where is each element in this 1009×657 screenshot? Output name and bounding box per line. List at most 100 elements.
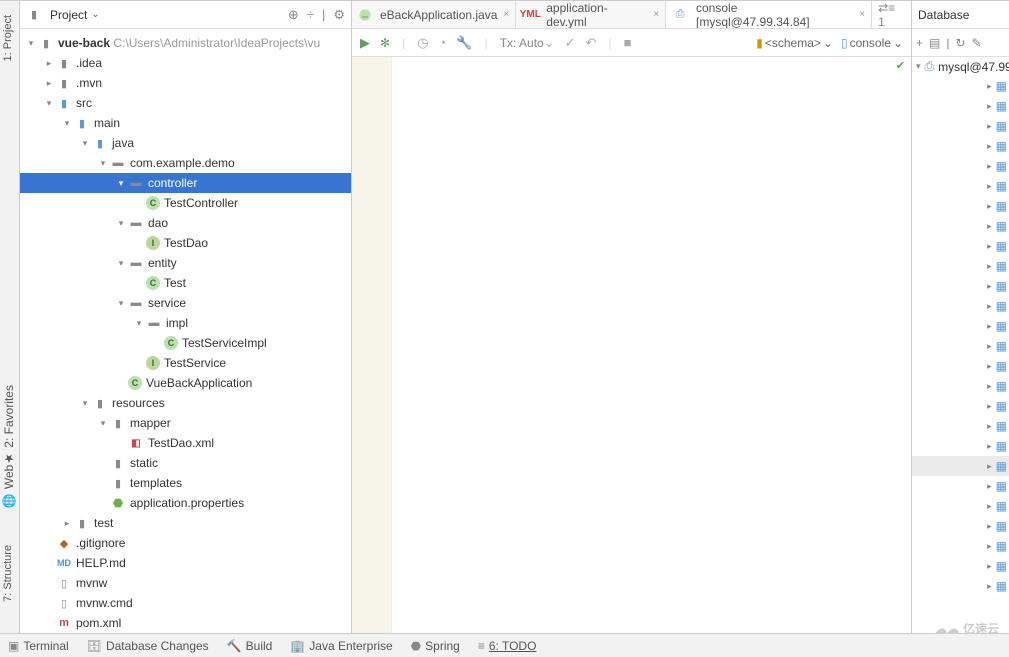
settings-icon[interactable]: ⚙ (333, 7, 345, 23)
tree-node[interactable]: ▯mvnw.cmd (20, 593, 351, 613)
console-selector[interactable]: ▯console⌄ (841, 36, 903, 50)
db-table-row[interactable]: ▸▦ (912, 136, 1009, 156)
db-table-row[interactable]: ▸▦ (912, 276, 1009, 296)
left-tab-project[interactable]: 1: Project (0, 11, 16, 65)
package-icon: ▬ (146, 315, 162, 331)
db-table-row[interactable]: ▸▦ (912, 536, 1009, 556)
run-icon[interactable]: ▶ (360, 35, 370, 51)
explain-icon[interactable]: ◔ (439, 35, 447, 50)
close-icon[interactable]: × (653, 9, 659, 20)
tree-node[interactable]: ▾▮mapper (20, 413, 351, 433)
db-table-row[interactable]: ▸▦ (912, 316, 1009, 336)
database-tree[interactable]: ▾⎙mysql@47.99 ▸▦▸▦▸▦▸▦▸▦▸▦▸▦▸▦▸▦▸▦▸▦▸▦▸▦… (912, 57, 1009, 633)
tree-node[interactable]: ITestService (20, 353, 351, 373)
tree-node[interactable]: ▯mvnw (20, 573, 351, 593)
bottom-build[interactable]: 🔨Build (227, 639, 273, 653)
db-table-row[interactable]: ▸▦ (912, 516, 1009, 536)
tree-node[interactable]: ▾▮src (20, 93, 351, 113)
tree-node[interactable]: ▾▬service (20, 293, 351, 313)
db-table-row[interactable]: ▸▦ (912, 396, 1009, 416)
tree-node[interactable]: ⬣application.properties (20, 493, 351, 513)
tree-node[interactable]: ▾▬com.example.demo (20, 153, 351, 173)
db-table-row[interactable]: ▸▦ (912, 176, 1009, 196)
history-icon[interactable]: ◷ (417, 35, 428, 51)
tree-node[interactable]: ▸▮.idea (20, 53, 351, 73)
editor-tab-active[interactable]: ⎙console [mysql@47.99.34.84]× (666, 1, 872, 29)
tree-node[interactable]: mpom.xml (20, 613, 351, 633)
left-tab-structure[interactable]: 7: Structure (0, 541, 16, 606)
db-table-row[interactable]: ▸▦ (912, 156, 1009, 176)
sources-icon[interactable]: ▤ (929, 36, 940, 50)
db-table-row[interactable]: ▸▦ (912, 196, 1009, 216)
db-table-row[interactable]: ▸▦ (912, 76, 1009, 96)
db-table-row[interactable]: ▸▦ (912, 336, 1009, 356)
locate-icon[interactable]: ⊕ (288, 7, 299, 23)
editor-body[interactable]: ✔ (352, 57, 911, 633)
left-tab-favorites[interactable]: ★2: Favorites (0, 381, 18, 470)
tree-node[interactable]: ▾▬dao (20, 213, 351, 233)
tree-node[interactable]: ▾▬entity (20, 253, 351, 273)
db-table-row[interactable]: ▸▦ (912, 116, 1009, 136)
bottom-db-changes[interactable]: 🗄Database Changes (87, 639, 209, 653)
db-table-row[interactable]: ▸▦ (912, 416, 1009, 436)
divider: | (322, 7, 325, 23)
tree-node[interactable]: ▸▮.mvn (20, 73, 351, 93)
execute-star-icon[interactable]: ✻ (380, 36, 390, 50)
close-icon[interactable]: × (859, 9, 865, 20)
tree-node[interactable]: ▸▮test (20, 513, 351, 533)
tabs-more[interactable]: ⇄≡ 1 (872, 1, 911, 28)
refresh-icon[interactable]: ↻ (955, 36, 965, 50)
db-table-row[interactable]: ▸▦ (912, 496, 1009, 516)
editor-tab[interactable]: YMLapplication-dev.yml× (516, 1, 666, 28)
tree-node[interactable]: ▾▮resources (20, 393, 351, 413)
commit-icon[interactable]: ✓ (565, 35, 576, 51)
tree-node[interactable]: ▮templates (20, 473, 351, 493)
db-table-row[interactable]: ▸▦ (912, 556, 1009, 576)
db-table-row[interactable]: ▸▦ (912, 456, 1009, 476)
tree-node[interactable]: ◆.gitignore (20, 533, 351, 553)
project-view-selector[interactable]: ▮ Project ⌄ (26, 7, 100, 23)
tx-auto-selector[interactable]: Tx: Auto ⌄ (500, 35, 555, 51)
chevron-right-icon: ▸ (987, 341, 992, 352)
tree-node[interactable]: ▮static (20, 453, 351, 473)
rollback-icon[interactable]: ↶ (586, 35, 597, 51)
collapse-icon[interactable]: ÷ (307, 7, 314, 23)
tree-node[interactable]: MDHELP.md (20, 553, 351, 573)
tree-node[interactable]: ▾▬impl (20, 313, 351, 333)
tree-node[interactable]: CTestController (20, 193, 351, 213)
db-table-row[interactable]: ▸▦ (912, 296, 1009, 316)
add-icon[interactable]: + (916, 36, 923, 50)
edit-icon[interactable]: ✎ (972, 36, 982, 50)
db-table-row[interactable]: ▸▦ (912, 96, 1009, 116)
tree-node[interactable]: CTestServiceImpl (20, 333, 351, 353)
tree-node[interactable]: ◧TestDao.xml (20, 433, 351, 453)
bottom-java-enterprise[interactable]: 🏢Java Enterprise (290, 639, 392, 653)
tree-node-selected[interactable]: ▾▬controller (20, 173, 351, 193)
db-table-row[interactable]: ▸▦ (912, 256, 1009, 276)
db-connection[interactable]: ▾⎙mysql@47.99 (912, 57, 1009, 76)
tree-node[interactable]: CVueBackApplication (20, 373, 351, 393)
stop-icon[interactable]: ■ (624, 35, 632, 50)
close-icon[interactable]: × (503, 9, 509, 20)
db-table-row[interactable]: ▸▦ (912, 436, 1009, 456)
wrench-icon[interactable]: 🔧 (456, 35, 472, 51)
db-table-row[interactable]: ▸▦ (912, 236, 1009, 256)
tree-node[interactable]: ▾▮main (20, 113, 351, 133)
tree-node[interactable]: ITestDao (20, 233, 351, 253)
schema-selector[interactable]: ▮<schema>⌄ (756, 36, 833, 50)
bottom-spring[interactable]: ⬣Spring (411, 639, 460, 653)
db-table-row[interactable]: ▸▦ (912, 356, 1009, 376)
db-table-row[interactable]: ▸▦ (912, 576, 1009, 596)
db-table-row[interactable]: ▸▦ (912, 376, 1009, 396)
tree-root[interactable]: ▾▮vue-back C:\Users\Administrator\IdeaPr… (20, 33, 351, 53)
bottom-terminal[interactable]: ▣Terminal (8, 639, 69, 653)
editor-tab[interactable]: ...eBackApplication.java× (352, 1, 516, 28)
left-tab-web[interactable]: 🌐Web (0, 461, 18, 512)
bottom-todo[interactable]: ≡6: TODO (478, 639, 537, 653)
tree-node[interactable]: CTest (20, 273, 351, 293)
db-table-row[interactable]: ▸▦ (912, 476, 1009, 496)
tree-node[interactable]: ▾▮java (20, 133, 351, 153)
project-tree[interactable]: ▾▮vue-back C:\Users\Administrator\IdeaPr… (20, 29, 351, 633)
db-table-row[interactable]: ▸▦ (912, 216, 1009, 236)
class-icon: C (146, 276, 160, 290)
